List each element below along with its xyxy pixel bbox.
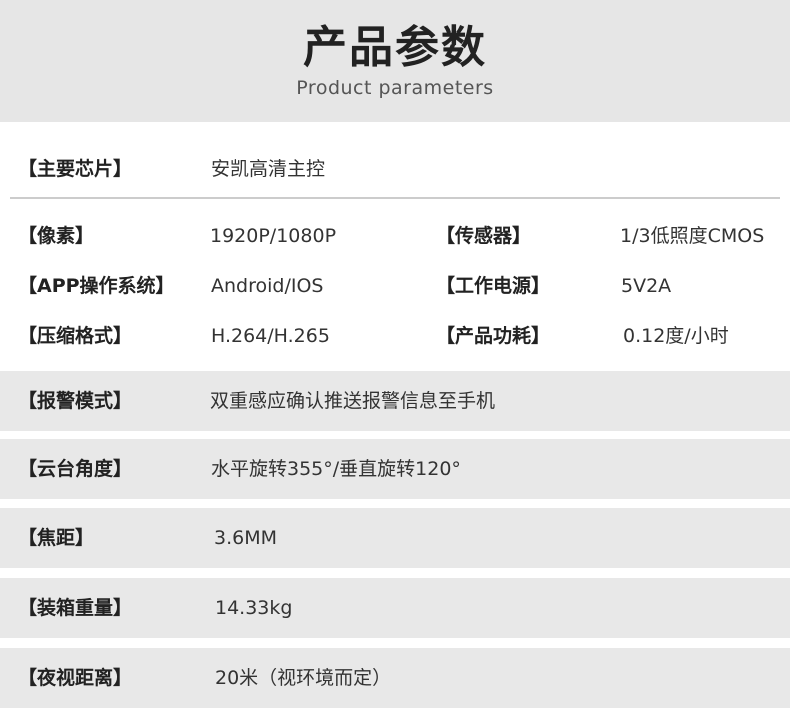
power-value: 5V2A (621, 275, 672, 297)
alarm-value: 双重感应确认推送报警信息至手机 (210, 390, 496, 412)
ptz-label: 【云台角度】 (18, 458, 133, 480)
ptz-value: 水平旋转355°/垂直旋转120° (211, 458, 461, 480)
weight-label: 【装箱重量】 (18, 597, 133, 619)
chip-label: 【主要芯片】 (18, 158, 133, 180)
night-vision-row: 【夜视距离】 20米（视环境而定） (0, 648, 790, 708)
app-os-label: 【APP操作系统】 (18, 275, 175, 297)
consumption-label: 【产品功耗】 (436, 325, 551, 347)
chip-value: 安凯高清主控 (211, 158, 326, 180)
weight-row: 【装箱重量】 14.33kg (0, 578, 790, 638)
consumption-value: 0.12度/小时 (623, 325, 729, 347)
night-vision-label: 【夜视距离】 (18, 667, 133, 689)
pixels-label: 【像素】 (18, 225, 95, 247)
focal-label: 【焦距】 (18, 527, 95, 549)
divider (10, 197, 780, 199)
weight-value: 14.33kg (215, 597, 293, 619)
alarm-row: 【报警模式】 双重感应确认推送报警信息至手机 (0, 371, 790, 431)
sensor-value: 1/3低照度CMOS (620, 225, 765, 247)
alarm-label: 【报警模式】 (18, 390, 133, 412)
compression-label: 【压缩格式】 (18, 325, 133, 347)
focal-value: 3.6MM (214, 527, 278, 549)
page-subtitle: Product parameters (296, 77, 494, 99)
app-os-value: Android/IOS (211, 275, 324, 297)
pixels-value: 1920P/1080P (210, 225, 337, 247)
sensor-label: 【传感器】 (436, 225, 532, 247)
power-label: 【工作电源】 (436, 275, 551, 297)
page-title: 产品参数 (303, 22, 487, 73)
compression-value: H.264/H.265 (211, 325, 330, 347)
page-header: 产品参数 Product parameters (0, 0, 790, 122)
night-vision-value: 20米（视环境而定） (215, 667, 392, 689)
focal-row: 【焦距】 3.6MM (0, 508, 790, 568)
ptz-row: 【云台角度】 水平旋转355°/垂直旋转120° (0, 439, 790, 499)
